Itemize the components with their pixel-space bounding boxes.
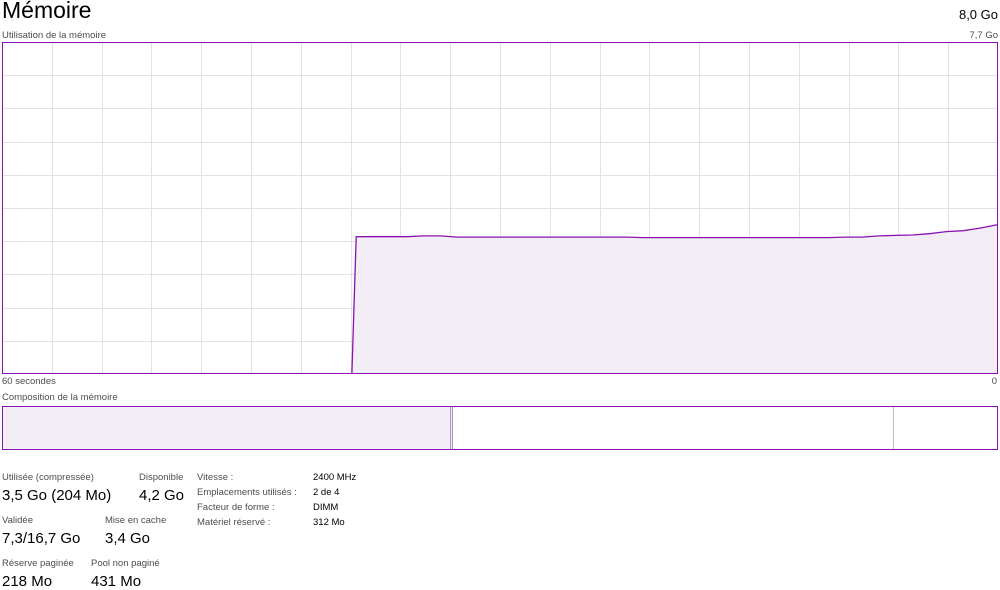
memory-usage-chart bbox=[2, 42, 998, 374]
composition-label: Composition de la mémoire bbox=[2, 392, 118, 403]
total-memory: 8,0 Go bbox=[958, 7, 998, 22]
form-factor-value: DIMM bbox=[313, 502, 339, 513]
paged-pool-label: Réserve paginée bbox=[2, 558, 74, 569]
cached-value: 3,4 Go bbox=[105, 530, 151, 547]
composition-in-use[interactable] bbox=[3, 407, 452, 449]
nonpaged-pool-value: 431 Mo bbox=[91, 573, 142, 590]
available-label: Disponible bbox=[139, 472, 184, 483]
reserved-label: Matériel réservé : bbox=[197, 517, 271, 528]
usage-area bbox=[351, 224, 997, 373]
memory-usage-graph[interactable] bbox=[2, 42, 998, 374]
committed-label: Validée bbox=[2, 515, 33, 526]
cached-label: Mise en cache bbox=[105, 515, 167, 526]
nonpaged-pool-label: Pool non paginé bbox=[91, 558, 160, 569]
composition-free[interactable] bbox=[893, 407, 997, 449]
committed-value: 7,3/16,7 Go bbox=[2, 530, 81, 547]
paged-pool-value: 218 Mo bbox=[2, 573, 53, 590]
used-label: Utilisée (compressée) bbox=[2, 472, 94, 483]
form-factor-label: Facteur de forme : bbox=[197, 502, 275, 513]
page-title: Mémoire bbox=[2, 0, 92, 23]
usage-max-label: 7,7 Go bbox=[969, 30, 998, 41]
slots-value: 2 de 4 bbox=[313, 487, 340, 498]
time-axis-start: 60 secondes bbox=[2, 376, 56, 387]
usage-label: Utilisation de la mémoire bbox=[2, 30, 107, 41]
speed-label: Vitesse : bbox=[197, 472, 234, 483]
reserved-value: 312 Mo bbox=[313, 517, 345, 528]
speed-value: 2400 MHz bbox=[313, 472, 357, 483]
time-axis-end: 0 bbox=[991, 376, 997, 387]
composition-standby[interactable] bbox=[453, 407, 894, 449]
used-value: 3,5 Go (204 Mo) bbox=[2, 487, 112, 504]
slots-label: Emplacements utilisés : bbox=[197, 487, 297, 498]
memory-composition-bar[interactable] bbox=[2, 406, 998, 450]
available-value: 4,2 Go bbox=[139, 487, 185, 504]
